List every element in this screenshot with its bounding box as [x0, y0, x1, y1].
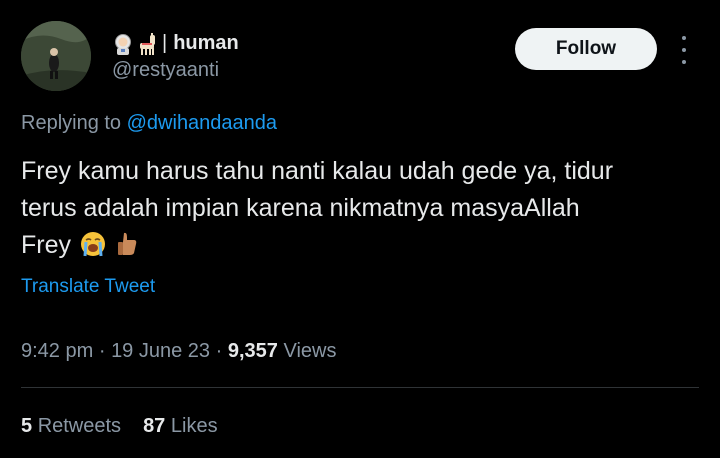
tweet-meta: 9:42 pm · 19 June 23 · 9,357 Views: [21, 340, 336, 363]
views-label: Views: [283, 340, 337, 362]
engagement-stats: 5 Retweets 87 Likes: [21, 415, 218, 438]
tweet-text: Frey kamu harus tahu nanti kalau udah ge…: [21, 153, 691, 264]
avatar[interactable]: [21, 21, 91, 91]
views-count: 9,357: [227, 340, 278, 362]
tweet-line: Frey kamu harus tahu nanti kalau udah ge…: [21, 157, 614, 185]
tweet-line: terus adalah impian karena nikmatnya mas…: [21, 194, 580, 222]
llama-icon: [140, 32, 155, 55]
meta-separator: ·: [215, 340, 223, 362]
avatar-photo: [21, 21, 91, 91]
retweets-stat[interactable]: 5 Retweets: [21, 415, 121, 438]
replying-prefix: Replying to: [21, 112, 122, 134]
retweets-count: 5: [21, 415, 33, 437]
meta-separator: ·: [98, 340, 106, 362]
user-name: human: [173, 32, 239, 54]
reply-mention-link[interactable]: @dwihandaanda: [127, 112, 277, 134]
name-separator: |: [162, 32, 168, 54]
follow-button[interactable]: Follow: [515, 28, 657, 70]
loudly-crying-face-icon: [80, 232, 105, 257]
name-emojis: |: [112, 32, 167, 55]
translate-tweet-link[interactable]: Translate Tweet: [21, 276, 155, 298]
astronaut-icon: [115, 33, 131, 55]
divider: [21, 387, 699, 388]
more-options-icon[interactable]: [678, 36, 690, 64]
tweet-time[interactable]: 9:42 pm: [21, 340, 93, 362]
likes-label: Likes: [170, 415, 218, 437]
tweet-line-last: Frey: [21, 227, 691, 264]
likes-count: 87: [143, 415, 166, 437]
user-name-row[interactable]: | human: [112, 32, 239, 55]
user-handle[interactable]: @restyaanti: [112, 59, 219, 82]
replying-to: Replying to @dwihandaanda: [21, 112, 277, 135]
likes-stat[interactable]: 87 Likes: [143, 415, 218, 438]
tweet-date[interactable]: 19 June 23: [111, 340, 210, 362]
thumbs-up-icon: [117, 232, 137, 255]
retweets-label: Retweets: [37, 415, 122, 437]
